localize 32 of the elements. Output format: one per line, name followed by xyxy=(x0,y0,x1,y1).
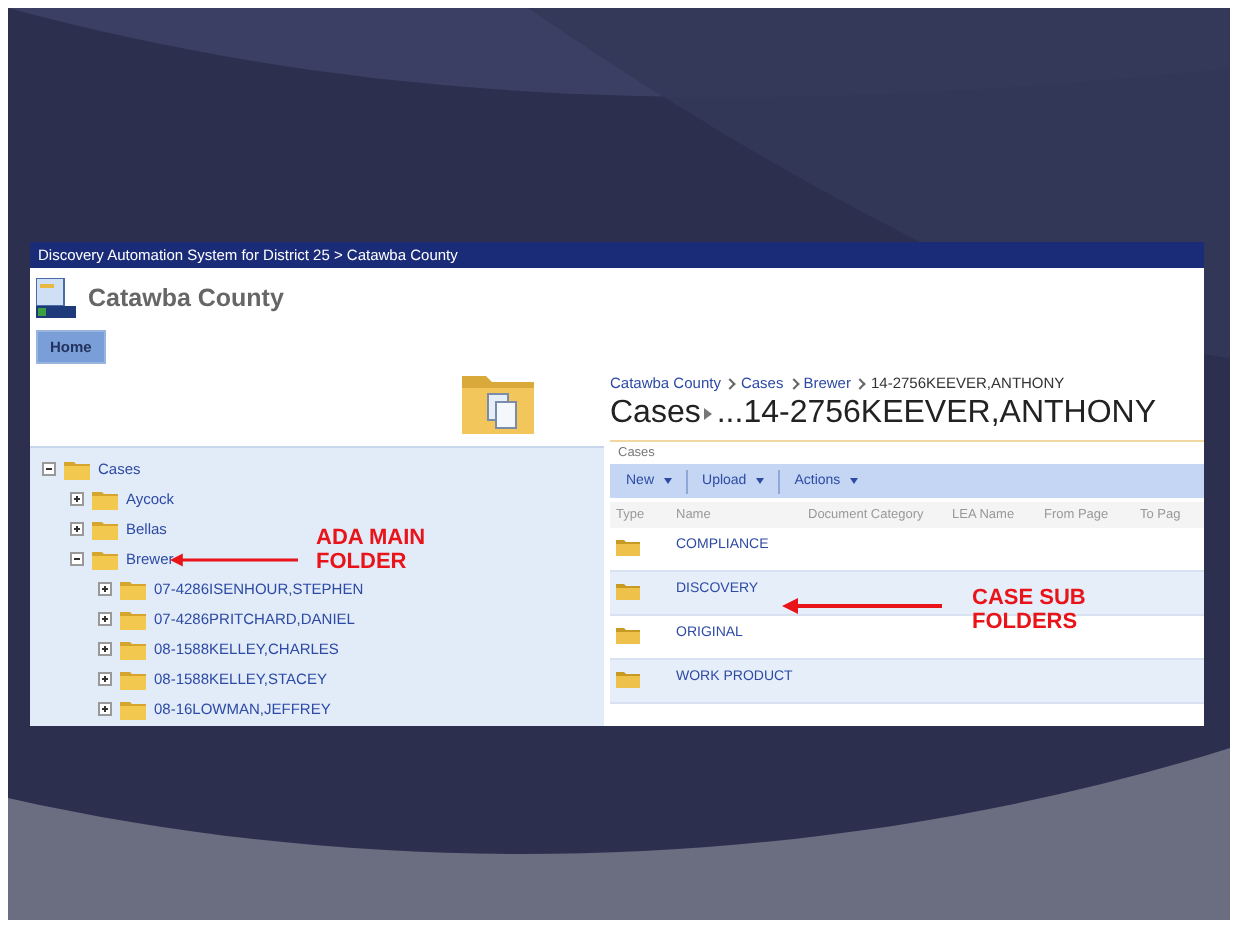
expand-icon[interactable] xyxy=(98,612,112,626)
folder-icon xyxy=(120,639,146,659)
folder-icon xyxy=(120,699,146,719)
expand-icon[interactable] xyxy=(70,492,84,506)
expand-icon[interactable] xyxy=(98,672,112,686)
folder-icon xyxy=(120,669,146,689)
logo-icon xyxy=(36,278,76,318)
collapse-icon[interactable] xyxy=(42,462,56,476)
expand-icon[interactable] xyxy=(98,642,112,656)
expand-icon[interactable] xyxy=(98,702,112,716)
annotation-label: ADA MAIN FOLDER xyxy=(316,526,426,574)
folder-icon xyxy=(64,459,90,479)
arrow-icon xyxy=(704,408,713,420)
expand-icon[interactable] xyxy=(98,582,112,596)
folder-icon xyxy=(616,670,640,688)
folder-icon xyxy=(616,626,640,644)
folder-icon xyxy=(120,609,146,629)
folder-icon xyxy=(92,519,118,539)
folder-icon xyxy=(120,579,146,599)
page-title-parent[interactable]: Cases xyxy=(610,396,701,432)
annotation-label: CASE SUB FOLDERS xyxy=(972,586,1086,634)
page-title: ...14-2756KEEVER,ANTHONY xyxy=(716,396,1156,432)
expand-icon[interactable] xyxy=(70,522,84,536)
annotation-arrow xyxy=(170,552,298,568)
collapse-icon[interactable] xyxy=(70,552,84,566)
folder-icon xyxy=(92,489,118,509)
folder-icon xyxy=(616,538,640,556)
separator-icon xyxy=(725,377,737,389)
folder-icon xyxy=(616,582,640,600)
site-title: Catawba County xyxy=(88,284,284,312)
separator-icon xyxy=(855,377,867,389)
folder-icon xyxy=(92,549,118,569)
